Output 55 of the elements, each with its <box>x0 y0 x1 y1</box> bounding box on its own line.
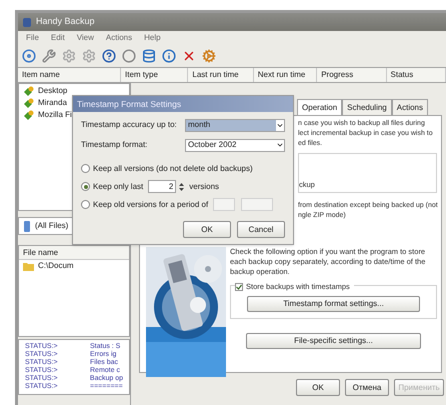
column-header[interactable]: Progress <box>317 68 387 82</box>
radio-label: Keep only last <box>93 180 144 192</box>
menu-item[interactable]: View <box>76 32 94 44</box>
radio-label: Keep old versions for a period of <box>93 198 208 210</box>
column-header[interactable]: Next run time <box>254 68 318 82</box>
tab[interactable]: Actions <box>392 99 428 115</box>
column-header[interactable]: Item name <box>18 68 121 82</box>
file-icon <box>23 220 31 232</box>
column-header[interactable]: Item type <box>121 68 188 82</box>
field-label: Timestamp format: <box>81 139 148 151</box>
menu-item[interactable]: Help <box>144 32 161 44</box>
column-header[interactable]: Last run time <box>188 68 254 82</box>
radio-button[interactable] <box>81 164 90 173</box>
file-name[interactable]: C:\Docum <box>38 260 74 272</box>
menu-item[interactable]: Actions <box>106 32 132 44</box>
dialog-button[interactable]: OK <box>183 221 231 238</box>
format-dropdown[interactable]: October 2002 <box>185 138 285 152</box>
disc-icon[interactable] <box>22 49 36 63</box>
circle-icon[interactable] <box>122 49 136 63</box>
menu-item[interactable]: Edit <box>50 32 65 44</box>
dialog-button[interactable]: Cancel <box>237 221 285 238</box>
field-label: Timestamp accuracy up to: <box>81 119 178 131</box>
count-spinner[interactable]: 2 <box>148 180 176 193</box>
item-name[interactable]: Desktop <box>38 85 68 97</box>
dialog-button[interactable]: OK <box>296 379 340 396</box>
column-header[interactable]: Status <box>386 68 446 82</box>
count-suffix: versions <box>189 180 220 192</box>
item-name[interactable]: Miranda <box>38 97 67 109</box>
gear-icon[interactable] <box>82 49 96 63</box>
file-settings-button[interactable]: File-specific settings... <box>246 333 421 350</box>
database-icon[interactable] <box>142 49 156 63</box>
menu-item[interactable]: File <box>26 32 39 44</box>
help-icon[interactable] <box>102 49 116 63</box>
radio-label: Keep all versions (do not delete old backups) <box>93 162 253 174</box>
tab[interactable]: Operation <box>297 99 342 115</box>
dialog-button[interactable]: Отмена <box>345 379 389 396</box>
dialog-title: Timestamp Format Settings <box>77 98 182 110</box>
item-name[interactable]: Mozilla Fi <box>38 109 72 121</box>
app-icon <box>22 16 32 28</box>
checkbox[interactable] <box>235 282 243 291</box>
dropdown-icon <box>276 120 284 130</box>
close-icon[interactable] <box>182 49 196 63</box>
dropdown-icon <box>276 141 284 149</box>
column-header[interactable]: File name <box>19 246 129 260</box>
radio-button[interactable] <box>81 182 90 191</box>
radio-button[interactable] <box>81 200 90 209</box>
wrench-icon[interactable] <box>42 49 56 63</box>
tab[interactable]: Scheduling <box>342 99 392 115</box>
accuracy-dropdown[interactable]: month <box>185 118 285 132</box>
gear-icon[interactable] <box>62 49 76 63</box>
info-icon[interactable] <box>162 49 176 63</box>
gear-icon[interactable] <box>202 49 216 63</box>
window-title: Handy Backup <box>36 15 95 28</box>
timestamp-settings-button[interactable]: Timestamp format settings... <box>247 296 420 312</box>
spin-arrows-icon[interactable] <box>179 182 184 192</box>
